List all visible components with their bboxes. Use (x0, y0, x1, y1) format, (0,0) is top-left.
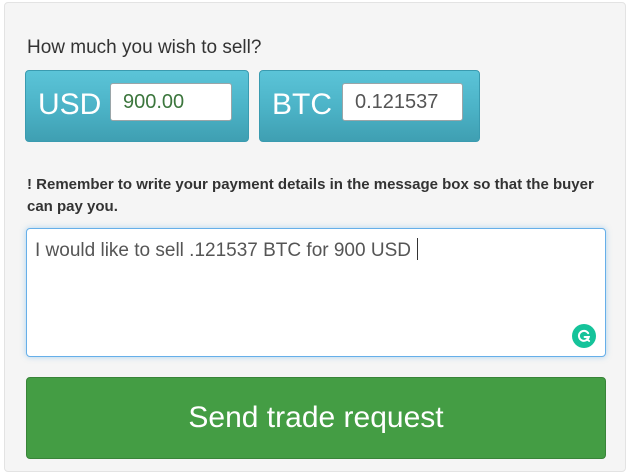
btc-amount-input[interactable] (342, 83, 463, 121)
message-content: I would like to sell .121537 BTC for 900… (35, 240, 411, 261)
message-textarea[interactable]: I would like to sell .121537 BTC for 900… (26, 228, 606, 357)
sell-amount-heading: How much you wish to sell? (27, 37, 262, 58)
sell-form-panel: How much you wish to sell? USD BTC ! Rem… (4, 2, 626, 472)
payment-details-notice: ! Remember to write your payment details… (27, 174, 597, 218)
usd-amount-group: USD (25, 70, 249, 142)
usd-currency-label: USD (38, 88, 102, 121)
notice-exclamation: ! (27, 176, 32, 193)
usd-amount-input[interactable] (110, 83, 232, 121)
notice-text: Remember to write your payment details i… (27, 176, 594, 215)
grammarly-icon[interactable] (572, 324, 596, 348)
btc-currency-label: BTC (272, 88, 332, 121)
send-trade-request-button[interactable]: Send trade request (26, 377, 606, 459)
text-caret (416, 238, 418, 260)
btc-amount-group: BTC (259, 70, 480, 142)
grammarly-g-glyph (577, 329, 591, 342)
message-text: I would like to sell .121537 BTC for 900… (35, 238, 418, 262)
